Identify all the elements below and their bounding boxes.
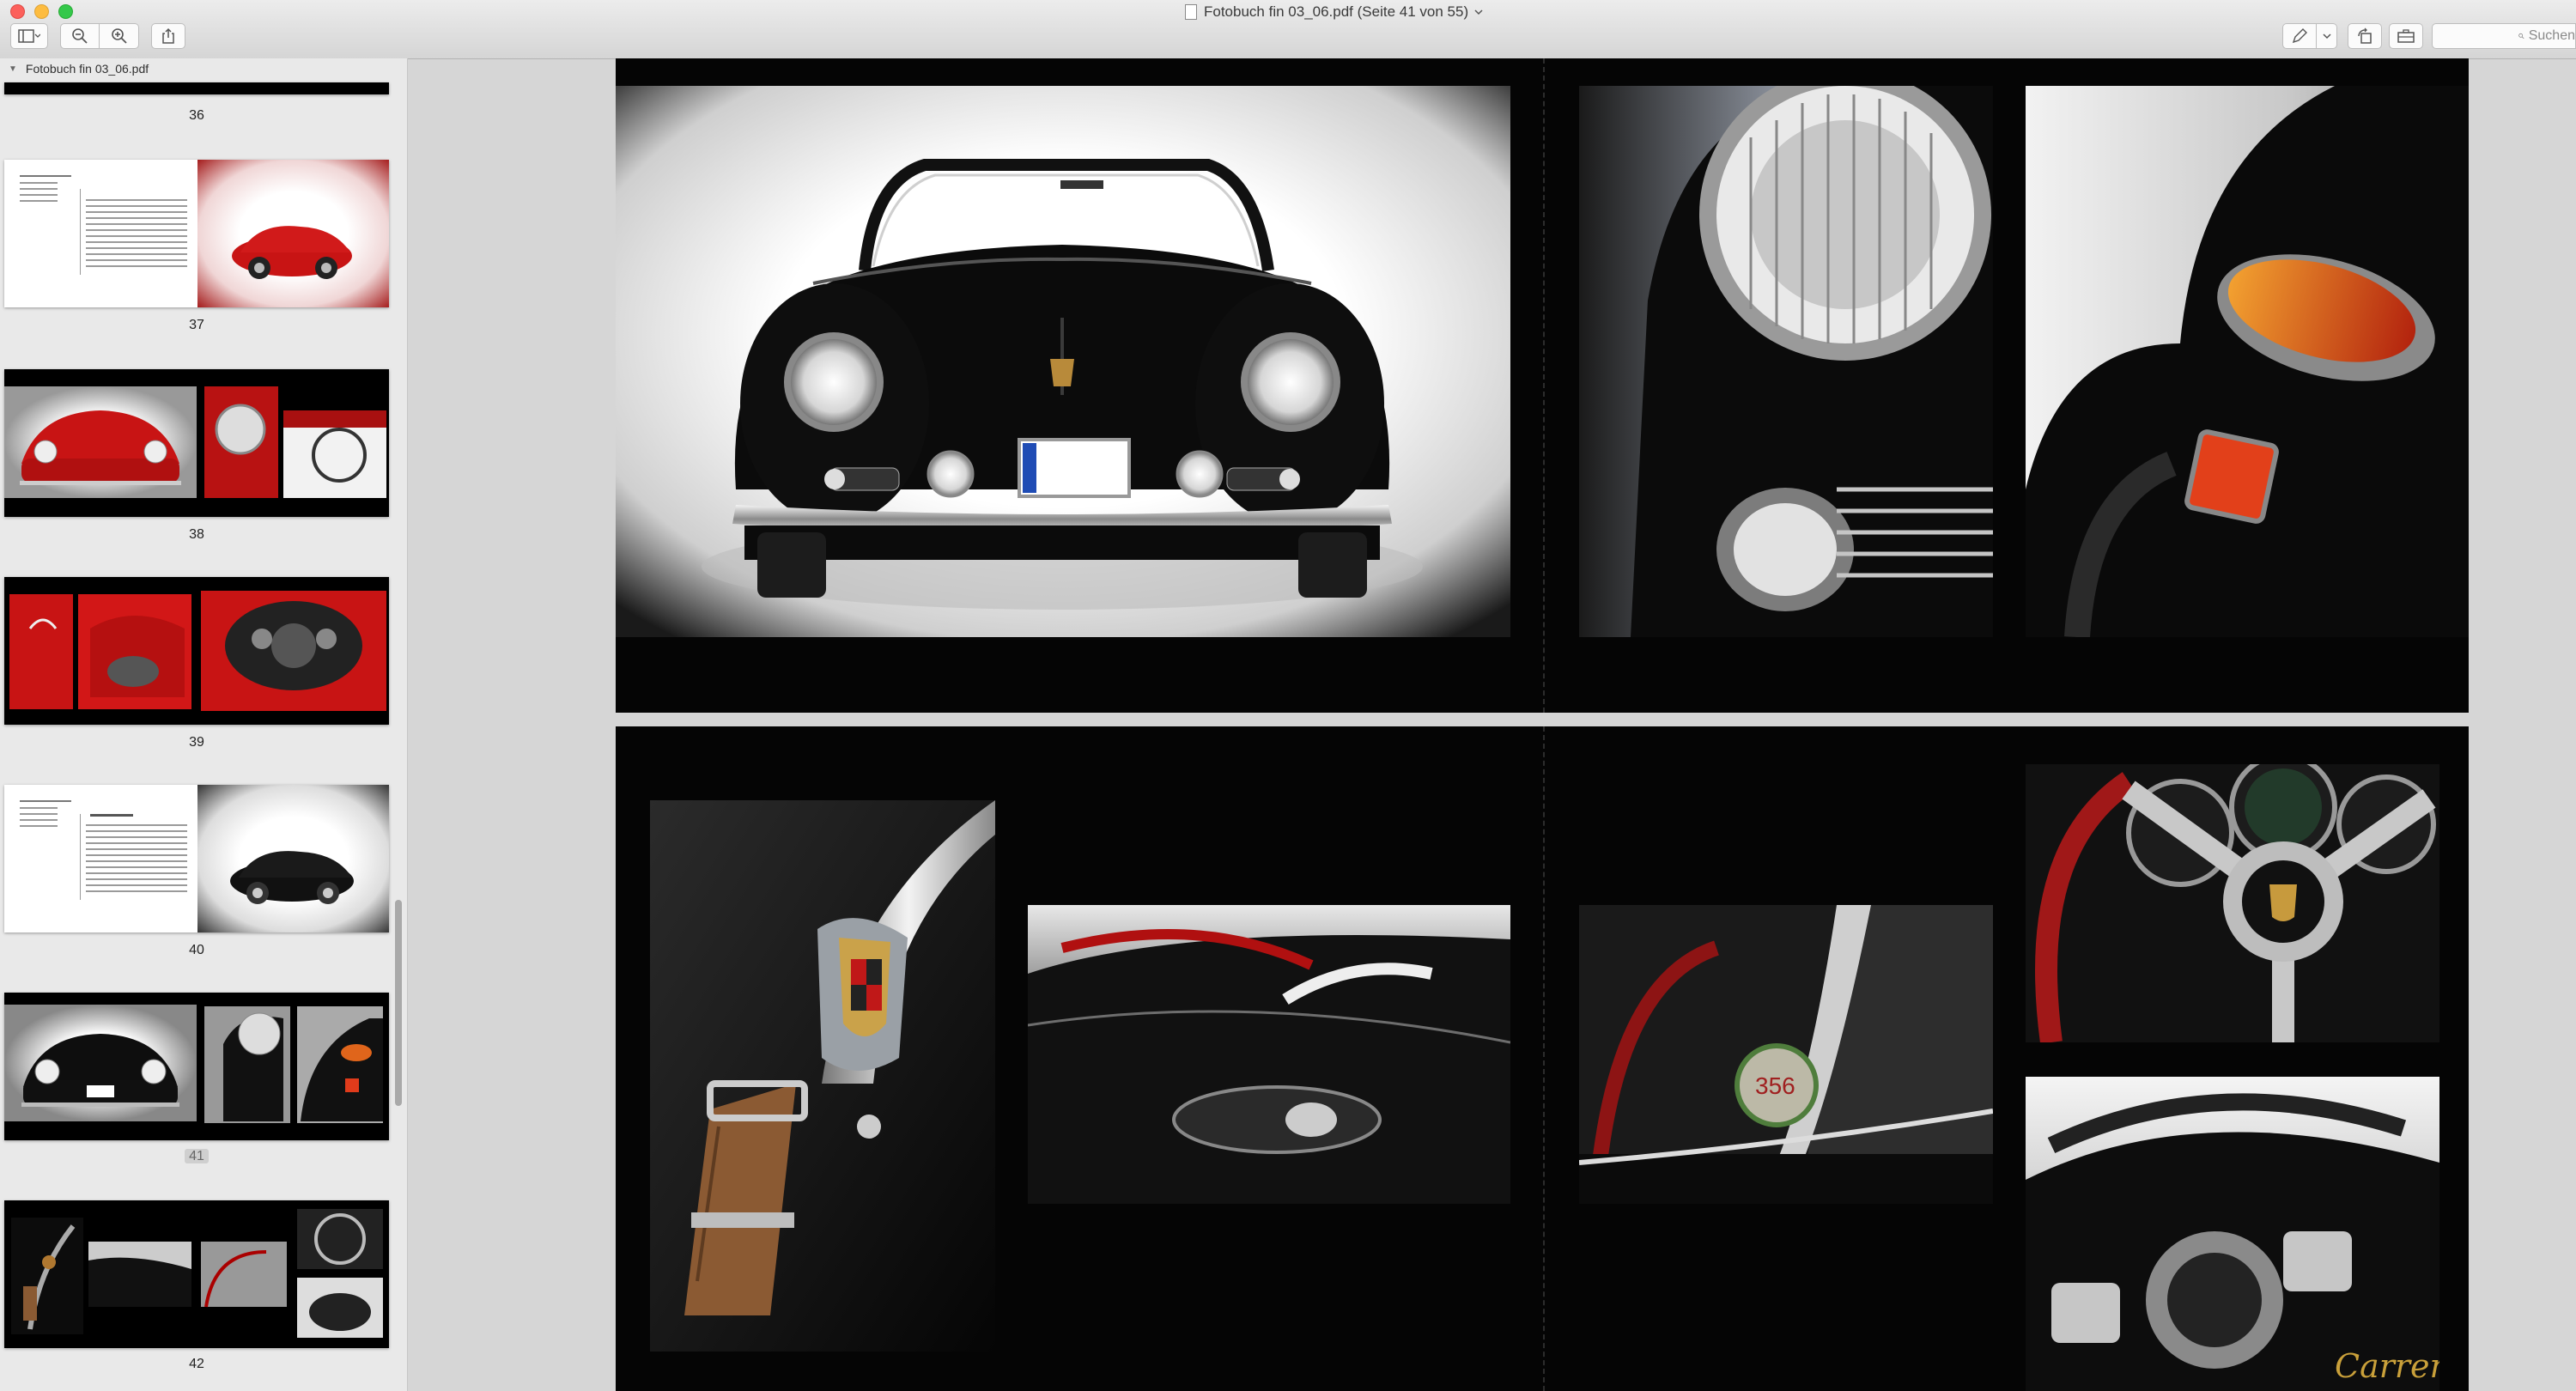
page-thumbnail-38[interactable] [4,369,389,517]
search-placeholder: Suchen [2528,28,2575,43]
chevron-down-icon [2322,33,2331,39]
sidebar-document-name: Fotobuch fin 03_06.pdf [25,62,149,76]
thumbnail-red-engine-bay [197,577,389,725]
markup-dropdown-button[interactable] [2317,23,2337,49]
page-number-40: 40 [189,943,204,957]
rotate-icon [2358,27,2372,44]
minimize-window-button[interactable] [34,4,49,19]
thumbnail-black-car-interior [197,1200,389,1348]
window-title-text: Fotobuch fin 03_06.pdf (Seite 41 von 55) [1204,3,1469,20]
photo-steering-wheel [2026,764,2439,1042]
page-number-41: 41 [0,1149,393,1164]
page-number-36: 36 [189,108,204,123]
page-number-39: 39 [189,735,204,750]
window-toolbar: Fotobuch fin 03_06.pdf (Seite 41 von 55) [0,0,2576,59]
zoom-window-button[interactable] [58,4,73,19]
thumbnail-red-car-front [4,369,197,517]
toolbox-button[interactable] [2389,23,2423,49]
thumbnail-text-page [4,785,197,932]
page-thumbnail-41[interactable] [4,993,389,1140]
search-icon [2518,33,2524,39]
search-field[interactable]: Suchen [2432,23,2576,49]
page-41-spread [616,58,2469,713]
thumbnail-text-page [4,160,197,307]
toolbox-icon [2397,29,2415,43]
markup-button[interactable] [2282,23,2317,49]
photo-hood-crest-strap [650,800,995,1352]
zoom-out-icon [72,28,88,44]
page-number-37: 37 [189,318,204,332]
thumbnail-black-car-photo [197,785,389,932]
photo-black-speedster-front [616,86,1510,637]
thumbnail-red-engine-lid [4,577,197,725]
sidebar-document-header[interactable]: ▼ Fotobuch fin 03_06.pdf [9,62,149,76]
page-thumbnail-39[interactable] [4,577,389,725]
page-42-spread: 356 Carre [616,726,2469,1391]
photo-356-badge-interior: 356 [1579,905,1993,1204]
zoom-in-button[interactable] [100,23,139,49]
thumbnail-black-car-hood-details [4,1200,197,1348]
window-title[interactable]: Fotobuch fin 03_06.pdf (Seite 41 von 55) [1185,3,1528,21]
zoom-in-icon [111,28,127,44]
photo-door-handle-detail [1028,905,1510,1204]
photo-carrera-engine: Carrera [2026,1077,2439,1391]
sidebar-icon [18,29,40,43]
page-number-38: 38 [189,527,204,542]
thumbnail-black-car-details [197,993,389,1140]
zoom-out-button[interactable] [60,23,100,49]
sidebar-scrollbar[interactable] [395,900,402,1106]
document-icon [1185,4,1197,20]
sidebar-toggle-button[interactable] [10,23,48,49]
page-thumbnail-36[interactable] [4,82,389,94]
thumbnail-red-car-photo [197,160,389,307]
thumbnail-black-car-front [4,993,197,1140]
page-thumbnail-42[interactable] [4,1200,389,1348]
close-window-button[interactable] [10,4,25,19]
thumbnail-red-car-details [197,369,389,517]
rotate-button[interactable] [2348,23,2382,49]
page-number-42: 42 [189,1357,204,1371]
chevron-down-icon[interactable] [1473,8,1484,16]
photo-headlight-detail [1579,86,1993,637]
page-fold-line [1543,58,1545,713]
disclosure-triangle-icon[interactable]: ▼ [9,64,17,74]
photo-taillight-detail [2026,86,2469,637]
share-button[interactable] [151,23,185,49]
share-icon [162,27,174,44]
page-thumbnail-37[interactable] [4,160,389,307]
pen-icon [2292,28,2307,44]
page-fold-line [1543,726,1545,1391]
thumbnail-sidebar[interactable]: ▼ Fotobuch fin 03_06.pdf 36 37 38 39 40 … [0,58,408,1391]
page-thumbnail-40[interactable] [4,785,389,932]
svg-text:Carrera: Carrera [2335,1347,2439,1385]
svg-text:356: 356 [1755,1072,1795,1099]
